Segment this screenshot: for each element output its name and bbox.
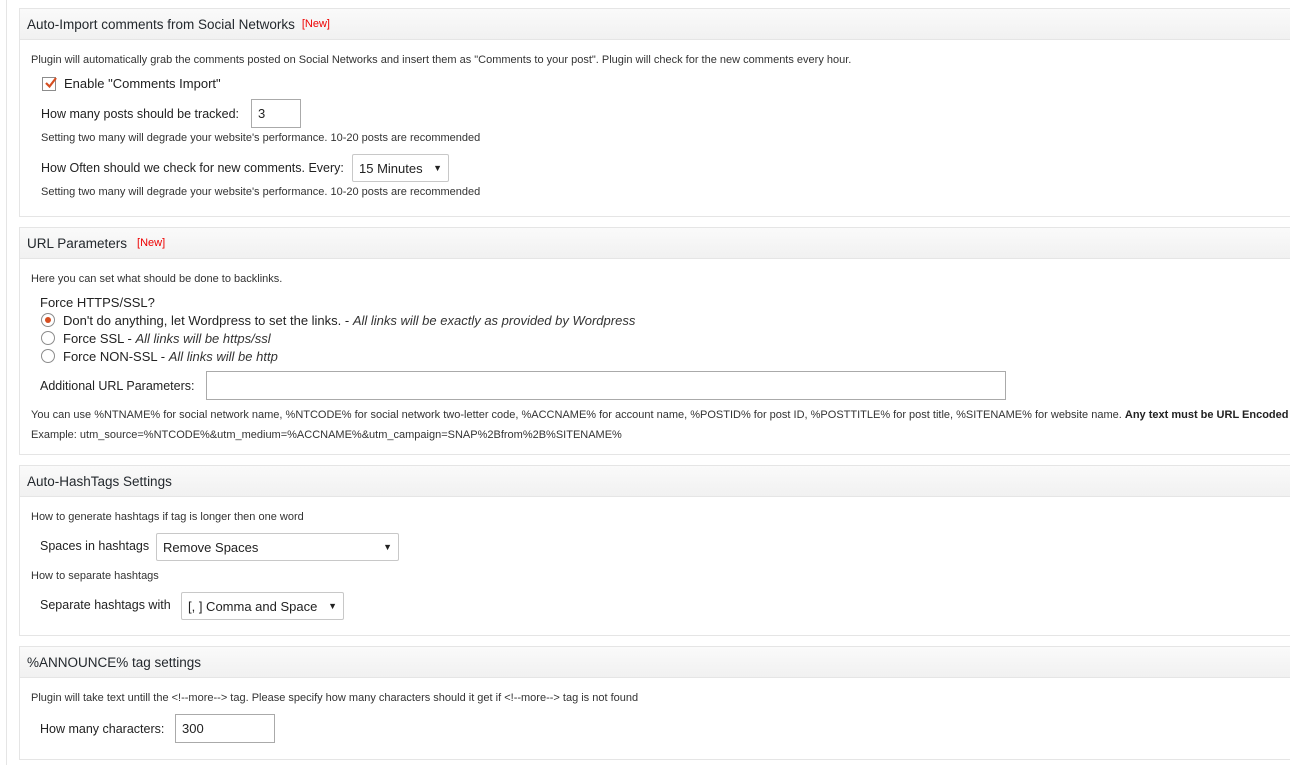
panel-title: %ANNOUNCE% tag settings (27, 654, 202, 670)
chars-label: How many characters: (40, 722, 165, 736)
spaces-value: Remove Spaces (163, 539, 259, 555)
panel-description: Plugin will automatically grab the comme… (31, 54, 852, 66)
panel-title: URL Parameters (27, 235, 128, 251)
enable-comments-import-checkbox[interactable] (42, 77, 57, 91)
url-parameters-panel: URL Parameters [New] Here you can set wh… (19, 227, 1290, 455)
posts-tracked-note: Setting two many will degrade your websi… (41, 132, 481, 144)
comments-import-panel: Auto-Import comments from Social Network… (19, 8, 1290, 217)
posts-tracked-label: How many posts should be tracked: (41, 107, 240, 121)
additional-params-input[interactable] (206, 371, 1006, 400)
option-label: Don't do anything, let Wordpress to set … (63, 313, 353, 328)
chars-input[interactable]: 300 (175, 714, 275, 743)
panel-description: Here you can set what should be done to … (31, 273, 283, 285)
announce-panel: %ANNOUNCE% tag settings Plugin will take… (19, 646, 1290, 760)
check-every-select[interactable]: 15 Minutes ▼ (352, 154, 449, 182)
url-params-help: You can use %NTNAME% for social network … (31, 409, 1288, 421)
panel-title: Auto-Import comments from Social Network… (27, 16, 295, 32)
panel-header: Auto-HashTags Settings (20, 466, 1290, 497)
option-note: All links will be http (168, 349, 278, 364)
url-params-example: Example: utm_source=%NTCODE%&utm_medium=… (31, 429, 622, 441)
posts-tracked-input[interactable]: 3 (251, 99, 301, 128)
panel-description: Plugin will take text untill the <!--mor… (31, 692, 639, 704)
option-note: All links will be exactly as provided by… (352, 313, 636, 328)
option-label: Force NON-SSL - (63, 349, 169, 364)
radio-do-nothing[interactable] (41, 313, 55, 327)
check-every-note: Setting two many will degrade your websi… (41, 186, 481, 198)
spaces-label: Spaces in hashtags (40, 539, 150, 553)
force-https-label: Force HTTPS/SSL? (40, 295, 155, 310)
panel-header: URL Parameters [New] (20, 228, 1290, 259)
panel-header: Auto-Import comments from Social Network… (20, 9, 1290, 40)
radio-force-ssl[interactable] (41, 331, 55, 345)
panel-header: %ANNOUNCE% tag settings (20, 647, 1290, 678)
separate-select[interactable]: [, ] Comma and Space ▼ (181, 592, 344, 620)
chevron-down-icon: ▼ (328, 600, 337, 611)
enable-comments-import-label[interactable]: Enable "Comments Import" (64, 76, 221, 91)
option-note: All links will be https/ssl (135, 331, 271, 346)
chevron-down-icon: ▼ (383, 541, 392, 552)
radio-force-ssl-label[interactable]: Force SSL - All links will be https/ssl (63, 331, 271, 346)
separate-label: Separate hashtags with (40, 598, 171, 612)
left-divider (6, 0, 7, 765)
separate-note: How to separate hashtags (31, 570, 159, 582)
additional-params-label: Additional URL Parameters: (40, 379, 195, 393)
check-every-label: How Often should we check for new commen… (41, 161, 344, 175)
help-bold: Any text must be URL Encoded (1124, 409, 1289, 421)
separate-value: [, ] Comma and Space (188, 598, 318, 614)
radio-force-non-ssl-label[interactable]: Force NON-SSL - All links will be http (63, 349, 278, 364)
new-badge: [New] (137, 237, 166, 249)
radio-force-non-ssl[interactable] (41, 349, 55, 363)
new-badge: [New] (301, 18, 330, 30)
check-every-value: 15 Minutes (359, 160, 423, 176)
checkmark-icon (45, 77, 57, 89)
spaces-select[interactable]: Remove Spaces ▼ (156, 533, 399, 561)
generate-note: How to generate hashtags if tag is longe… (31, 511, 304, 523)
chevron-down-icon: ▼ (433, 162, 442, 173)
radio-do-nothing-label[interactable]: Don't do anything, let Wordpress to set … (63, 313, 635, 328)
hashtags-panel: Auto-HashTags Settings How to generate h… (19, 465, 1290, 636)
option-label: Force SSL - (63, 331, 136, 346)
help-text: You can use %NTNAME% for social network … (31, 409, 1122, 421)
panel-title: Auto-HashTags Settings (27, 473, 172, 489)
